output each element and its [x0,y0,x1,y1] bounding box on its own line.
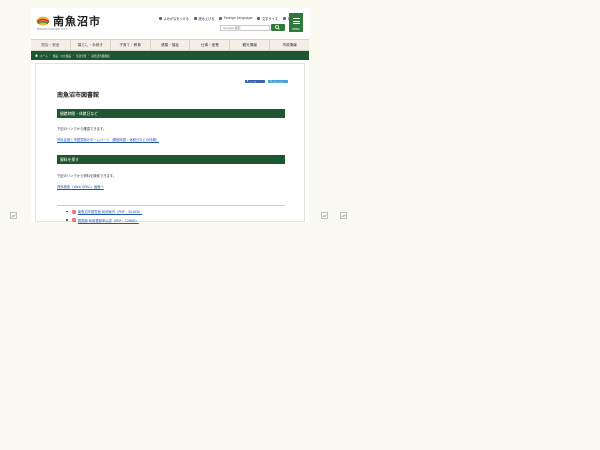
nav-item-childcare[interactable]: 子育て・教育 [111,40,151,50]
wheelchair-icon [159,16,162,20]
section-heading-search: 資料を探す [57,155,285,164]
broken-image-icon [10,212,17,219]
tweet-label: ツイート [273,80,283,84]
logo-text: 南魚沼市 [53,15,101,28]
search-button[interactable] [271,24,285,31]
breadcrumb-home[interactable]: ホーム [40,54,48,58]
nav-item-safety[interactable]: 防災・安全 [31,40,71,50]
breadcrumb-facilities[interactable]: 施設・公共施設 [53,54,71,58]
nav-item-health[interactable]: 健康・福祉 [151,40,191,50]
pdf-icon [72,209,76,214]
twitter-share-button[interactable]: ✦ ツイート [268,80,288,84]
share-label: シェア [249,80,257,84]
hamburger-icon [292,18,300,19]
main-content: f シェア ✦ ツイート 南魚沼市図書館 開館時間・休館日など 下記のリンクから… [35,63,305,223]
search-icon [275,25,280,30]
logo-subtext: MINAMIUONUMA CITY [37,28,68,31]
site-header: 南魚沼市 MINAMIUONUMA CITY よみがなをつける 読み上げる Fo… [31,8,309,39]
page-frame: 南魚沼市 MINAMIUONUMA CITY よみがなをつける 読み上げる Fo… [31,8,309,223]
opac-search-link[interactable]: 資料検索（Web OPAC）画面へ [57,184,104,189]
pdf-link-usage-guide[interactable]: 南魚沼市図書館 利用案内（PDF：501KB） [78,209,142,214]
logo-mark-icon [36,16,50,26]
utility-links: よみがなをつける 読み上げる Foreign Language 文字サイズ 背景… [159,15,297,21]
hamburger-bar [292,23,300,24]
broken-image-icon [321,212,328,219]
page-title: 南魚沼市図書館 [57,92,100,99]
facebook-icon: f [247,80,249,83]
nav-item-living[interactable]: 暮らし・手続き [71,40,111,50]
pdf-link-registration-form[interactable]: 図書館 利用登録申込書（PDF：126KB） [78,218,139,223]
pdf-icon [72,218,76,222]
breadcrumb-separator: › [88,54,90,57]
file-list: 南魚沼市図書館 利用案内（PDF：501KB） 図書館 利用登録申込書（PDF：… [66,209,142,223]
nav-item-tourism[interactable]: 観光情報 [230,40,271,50]
site-logo[interactable]: 南魚沼市 MINAMIUONUMA CITY [35,12,100,34]
util-text-size[interactable]: 文字サイズ [257,15,278,21]
menu-label: MENU [292,28,300,31]
breadcrumb: ホーム › 施設・公共施設 › 生涯学習 › 南魚沼市図書館 [31,51,309,60]
divider [57,205,285,206]
globe-icon [219,16,223,20]
speaker-icon [194,16,197,20]
util-label: よみがなをつける [163,16,190,21]
util-read-aloud[interactable]: 読み上げる [194,15,214,21]
nav-item-work[interactable]: 仕事・産業 [190,40,231,50]
util-label: 読み上げる [198,16,215,21]
pencil-icon [282,16,286,20]
section-text-search: 下記のリンクから資料を検索できます。 [57,174,117,178]
util-foreign-language[interactable]: Foreign Language [219,15,252,21]
search-input[interactable]: Google 検索 [220,25,270,31]
breadcrumb-current: 南魚沼市図書館 [91,54,110,58]
util-label: Foreign Language [223,16,253,20]
util-furigana[interactable]: よみがなをつける [159,15,189,21]
breadcrumb-separator: › [49,54,51,57]
section-heading-hours: 開館時間・休館日など [57,109,285,118]
hamburger-bar [292,20,300,22]
bullet [66,219,68,221]
global-nav: 防災・安全 暮らし・手続き 子育て・教育 健康・福祉 仕事・産業 観光情報 市政… [31,39,309,51]
util-label: 文字サイズ [261,16,278,21]
library-homepage-link[interactable]: 市民会館と市図書館のホームページ（開館時間・休館日などの情報） [57,137,159,142]
breadcrumb-separator: › [72,54,74,57]
broken-image-icon [340,212,347,219]
menu-button[interactable]: MENU [289,13,303,32]
text-size-icon [257,16,261,20]
twitter-icon: ✦ [270,80,273,83]
breadcrumb-lifelong-learning[interactable]: 生涯学習 [76,54,86,58]
list-item: 南魚沼市図書館 利用案内（PDF：501KB） [66,209,142,214]
bullet [66,210,68,213]
home-icon [35,54,38,57]
list-item: 図書館 利用登録申込書（PDF：126KB） [66,218,142,223]
nav-item-citygov[interactable]: 市政情報 [270,40,309,50]
facebook-share-button[interactable]: f シェア [245,80,265,84]
section-text-hours: 下記のリンクから確認できます。 [57,127,107,131]
